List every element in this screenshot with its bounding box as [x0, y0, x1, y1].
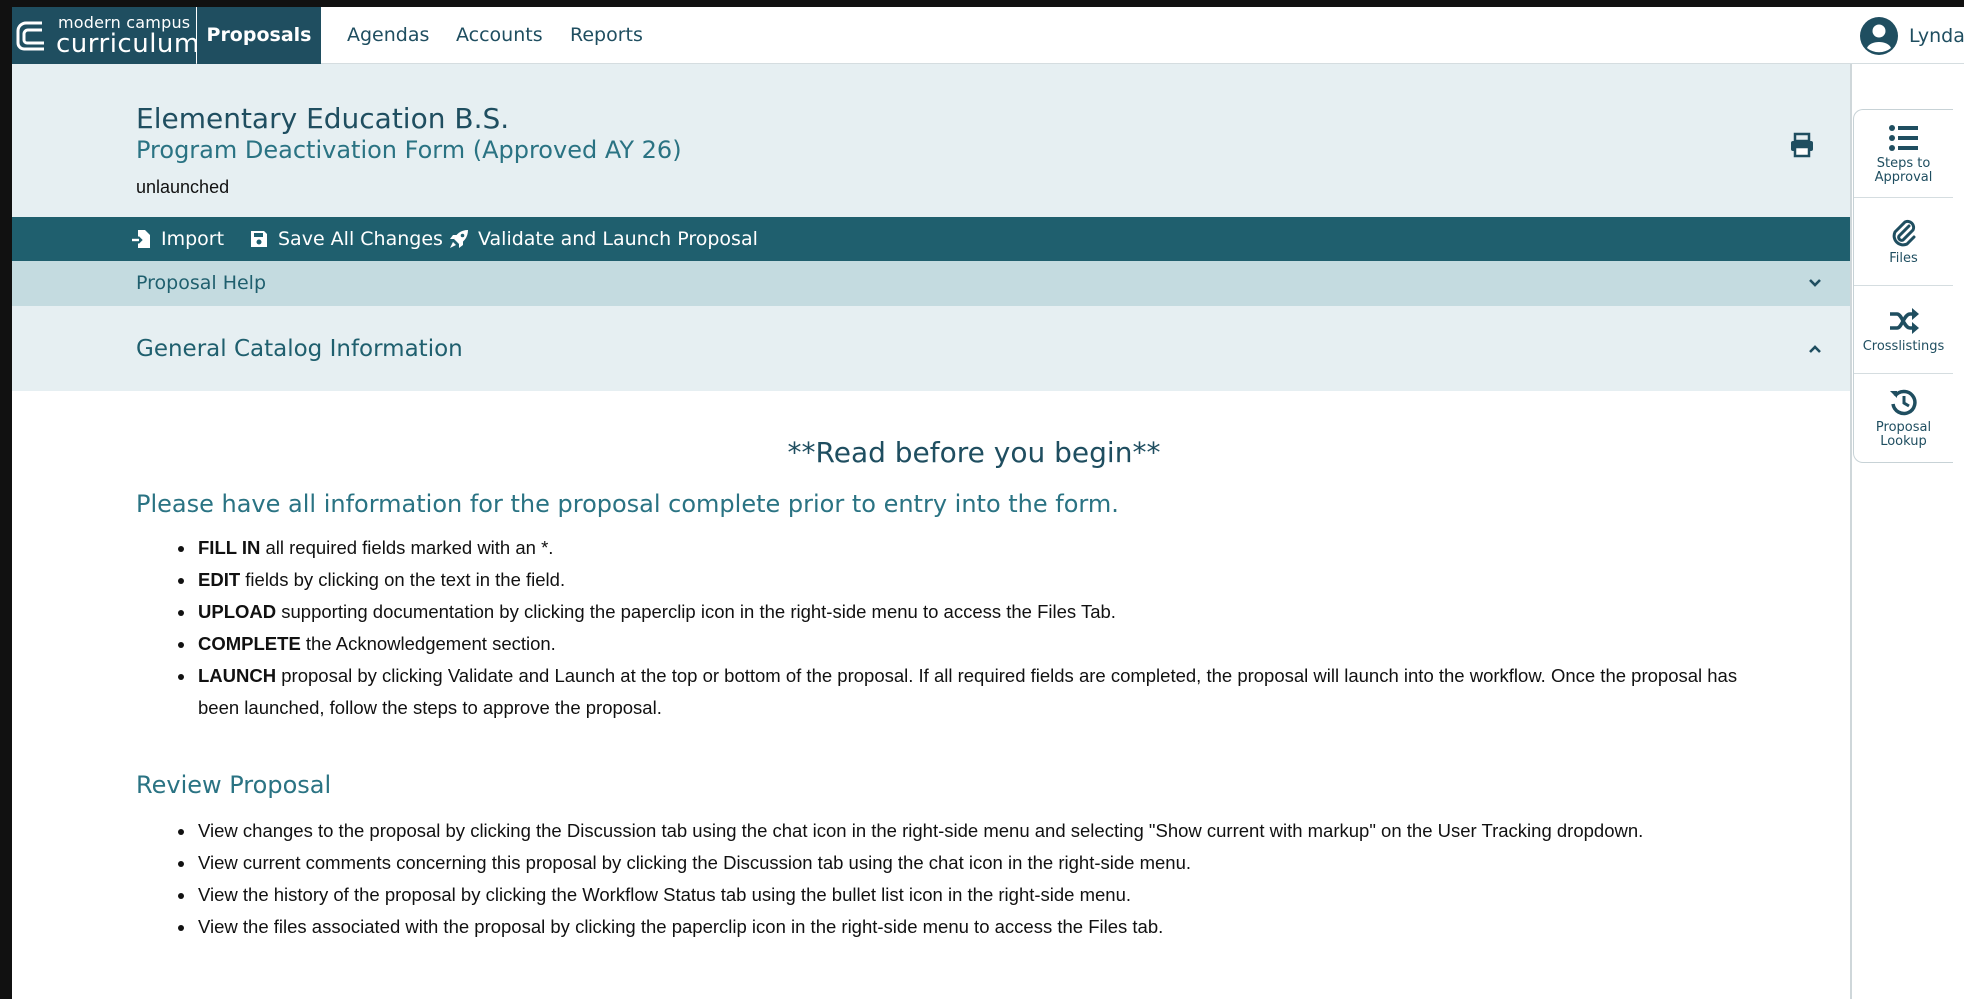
- print-icon[interactable]: [1789, 132, 1815, 158]
- list-item: EDIT fields by clicking on the text in t…: [196, 564, 1756, 596]
- proposal-toolbar: Import Save All Changes Validate and Lau…: [12, 217, 1850, 261]
- read-before-heading: **Read before you begin**: [787, 436, 1161, 469]
- rail-divider: [1850, 64, 1852, 999]
- import-label: Import: [161, 228, 225, 250]
- rail-label: Steps to Approval: [1874, 155, 1933, 185]
- save-icon: [251, 231, 267, 247]
- proposal-content: **Read before you begin** Please have al…: [12, 391, 1850, 999]
- section-title: General Catalog Information: [136, 336, 463, 362]
- rail-files[interactable]: Files: [1854, 198, 1953, 286]
- right-side-menu: Steps to Approval Files Crosslistings Pr…: [1853, 109, 1953, 463]
- brand-mark-icon: [16, 21, 44, 51]
- rail-proposal-lookup[interactable]: Proposal Lookup: [1854, 374, 1953, 462]
- list-item: COMPLETE the Acknowledgement section.: [196, 628, 1756, 660]
- list-item: LAUNCH proposal by clicking Validate and…: [196, 660, 1756, 724]
- general-catalog-section-header[interactable]: General Catalog Information: [12, 306, 1850, 391]
- import-icon: [132, 230, 150, 248]
- proposal-status: unlaunched: [136, 177, 230, 197]
- form-title: Program Deactivation Form (Approved AY 2…: [136, 136, 682, 164]
- nav-tab-proposals[interactable]: Proposals: [197, 7, 321, 64]
- top-navigation: modern campus curriculum™ Proposals Agen…: [12, 7, 1964, 64]
- user-name: Lyndal: [1909, 24, 1964, 47]
- paperclip-icon: [1892, 219, 1915, 246]
- user-menu[interactable]: Lyndal: [1859, 7, 1964, 64]
- rail-label: Proposal Lookup: [1875, 420, 1932, 449]
- app-window: modern campus curriculum™ Proposals Agen…: [0, 0, 1964, 999]
- nav-tab-reports[interactable]: Reports: [570, 7, 643, 64]
- nav-tab-agendas[interactable]: Agendas: [347, 7, 429, 64]
- import-button[interactable]: Import: [132, 217, 224, 261]
- proposal-help-bar[interactable]: Proposal Help: [12, 261, 1850, 306]
- chevron-up-icon[interactable]: [1807, 341, 1823, 357]
- proposal-help-label: Proposal Help: [136, 272, 267, 294]
- program-title: Elementary Education B.S.: [136, 102, 510, 135]
- list-icon: [1888, 124, 1918, 151]
- list-item: View current comments concerning this pr…: [196, 847, 1756, 879]
- save-all-changes-label: Save All Changes: [278, 228, 443, 250]
- validate-and-launch-button[interactable]: Validate and Launch Proposal: [449, 217, 758, 261]
- brand-line-2: curriculum™: [56, 29, 210, 59]
- user-avatar-icon: [1860, 16, 1898, 55]
- list-item: FILL IN all required fields marked with …: [196, 532, 1756, 564]
- list-item: View the history of the proposal by clic…: [196, 879, 1756, 911]
- rocket-icon: [450, 230, 468, 248]
- intro-heading: Please have all information for the prop…: [136, 490, 1119, 518]
- rail-label: Crosslistings: [1862, 338, 1945, 354]
- shuffle-icon: [1889, 307, 1919, 334]
- list-item: UPLOAD supporting documentation by click…: [196, 596, 1756, 628]
- rail-steps-to-approval[interactable]: Steps to Approval: [1854, 110, 1953, 198]
- rail-label: Files: [1889, 250, 1918, 266]
- proposal-header: Elementary Education B.S. Program Deacti…: [12, 64, 1850, 217]
- rail-crosslistings[interactable]: Crosslistings: [1854, 286, 1953, 374]
- chevron-down-icon[interactable]: [1807, 275, 1823, 291]
- review-heading: Review Proposal: [136, 771, 332, 799]
- instruction-list: FILL IN all required fields marked with …: [196, 532, 1756, 724]
- save-all-changes-button[interactable]: Save All Changes: [249, 217, 443, 261]
- list-item: View the files associated with the propo…: [196, 911, 1756, 943]
- history-icon: [1889, 389, 1917, 416]
- nav-tab-accounts[interactable]: Accounts: [456, 7, 543, 64]
- list-item: View changes to the proposal by clicking…: [196, 815, 1756, 847]
- brand-logo[interactable]: modern campus curriculum™: [12, 7, 210, 64]
- review-list: View changes to the proposal by clicking…: [196, 815, 1756, 943]
- validate-and-launch-label: Validate and Launch Proposal: [478, 228, 758, 250]
